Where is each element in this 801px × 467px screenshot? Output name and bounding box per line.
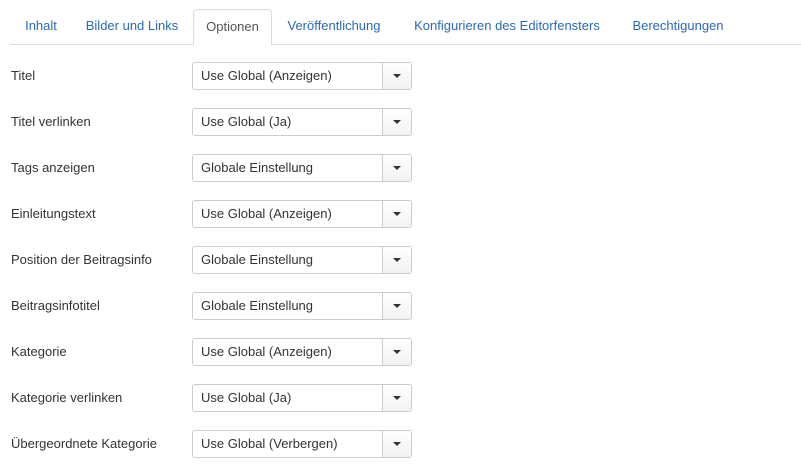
dropdown-toggle[interactable] xyxy=(382,247,411,273)
caret-down-icon xyxy=(393,442,401,446)
form-row-kategorie-verlinken: Kategorie verlinken Use Global (Ja) xyxy=(0,384,801,412)
field-label: Titel verlinken xyxy=(11,114,91,129)
caret-down-icon xyxy=(393,74,401,78)
tab-konfigurieren-des-editorfensters[interactable]: Konfigurieren des Editorfensters xyxy=(398,9,616,45)
dropdown-toggle[interactable] xyxy=(382,63,411,89)
dropdown-toggle[interactable] xyxy=(382,385,411,411)
field-label: Übergeordnete Kategorie xyxy=(11,436,157,451)
dropdown-toggle[interactable] xyxy=(382,155,411,181)
form-row-titel-verlinken: Titel verlinken Use Global (Ja) xyxy=(0,108,801,136)
position-der-beitragsinfo-select[interactable]: Globale Einstellung xyxy=(192,246,412,274)
field-label: Beitragsinfotitel xyxy=(11,298,100,313)
caret-down-icon xyxy=(393,120,401,124)
tags-anzeigen-select[interactable]: Globale Einstellung xyxy=(192,154,412,182)
field-label: Kategorie verlinken xyxy=(11,390,123,405)
select-value: Globale Einstellung xyxy=(201,160,314,175)
dropdown-toggle[interactable] xyxy=(382,201,411,227)
kategorie-verlinken-select[interactable]: Use Global (Ja) xyxy=(192,384,412,412)
field-label: Kategorie xyxy=(11,344,67,359)
select-value: Use Global (Anzeigen) xyxy=(201,206,332,221)
caret-down-icon xyxy=(393,212,401,216)
tab-veroeffentlichung[interactable]: Veröffentlichung xyxy=(274,9,394,45)
tab-berechtigungen[interactable]: Berechtigungen xyxy=(614,9,742,45)
field-label: Einleitungstext xyxy=(11,206,96,221)
caret-down-icon xyxy=(393,350,401,354)
select-value: Globale Einstellung xyxy=(201,298,314,313)
dropdown-toggle[interactable] xyxy=(382,339,411,365)
select-value: Use Global (Verbergen) xyxy=(201,436,338,451)
titel-select[interactable]: Use Global (Anzeigen) xyxy=(192,62,412,90)
kategorie-select[interactable]: Use Global (Anzeigen) xyxy=(192,338,412,366)
beitragsinfotitel-select[interactable]: Globale Einstellung xyxy=(192,292,412,320)
caret-down-icon xyxy=(393,396,401,400)
select-value: Globale Einstellung xyxy=(201,252,314,267)
form-row-einleitungstext: Einleitungstext Use Global (Anzeigen) xyxy=(0,200,801,228)
dropdown-toggle[interactable] xyxy=(382,431,411,457)
tab-inhalt[interactable]: Inhalt xyxy=(10,9,72,45)
select-value: Use Global (Ja) xyxy=(201,114,292,129)
tab-optionen[interactable]: Optionen xyxy=(193,9,272,46)
tab-bar: Inhalt Bilder und Links Optionen Veröffe… xyxy=(10,9,801,46)
caret-down-icon xyxy=(393,258,401,262)
field-label: Tags anzeigen xyxy=(11,160,95,175)
caret-down-icon xyxy=(393,166,401,170)
dropdown-toggle[interactable] xyxy=(382,293,411,319)
form-row-kategorie: Kategorie Use Global (Anzeigen) xyxy=(0,338,801,366)
uebergeordnete-kategorie-select[interactable]: Use Global (Verbergen) xyxy=(192,430,412,458)
titel-verlinken-select[interactable]: Use Global (Ja) xyxy=(192,108,412,136)
field-label: Position der Beitragsinfo xyxy=(11,252,152,267)
editor-options-page: Inhalt Bilder und Links Optionen Veröffe… xyxy=(0,0,801,467)
form-row-beitragsinfotitel: Beitragsinfotitel Globale Einstellung xyxy=(0,292,801,320)
form-row-titel: Titel Use Global (Anzeigen) xyxy=(0,62,801,90)
dropdown-toggle[interactable] xyxy=(382,109,411,135)
select-value: Use Global (Anzeigen) xyxy=(201,344,332,359)
caret-down-icon xyxy=(393,304,401,308)
form-row-uebergeordnete-kategorie: Übergeordnete Kategorie Use Global (Verb… xyxy=(0,430,801,458)
einleitungstext-select[interactable]: Use Global (Anzeigen) xyxy=(192,200,412,228)
field-label: Titel xyxy=(11,68,36,83)
form-row-tags-anzeigen: Tags anzeigen Globale Einstellung xyxy=(0,154,801,182)
select-value: Use Global (Ja) xyxy=(201,390,292,405)
tab-bilder-und-links[interactable]: Bilder und Links xyxy=(72,9,192,45)
select-value: Use Global (Anzeigen) xyxy=(201,68,332,83)
form-row-position-der-beitragsinfo: Position der Beitragsinfo Globale Einste… xyxy=(0,246,801,274)
